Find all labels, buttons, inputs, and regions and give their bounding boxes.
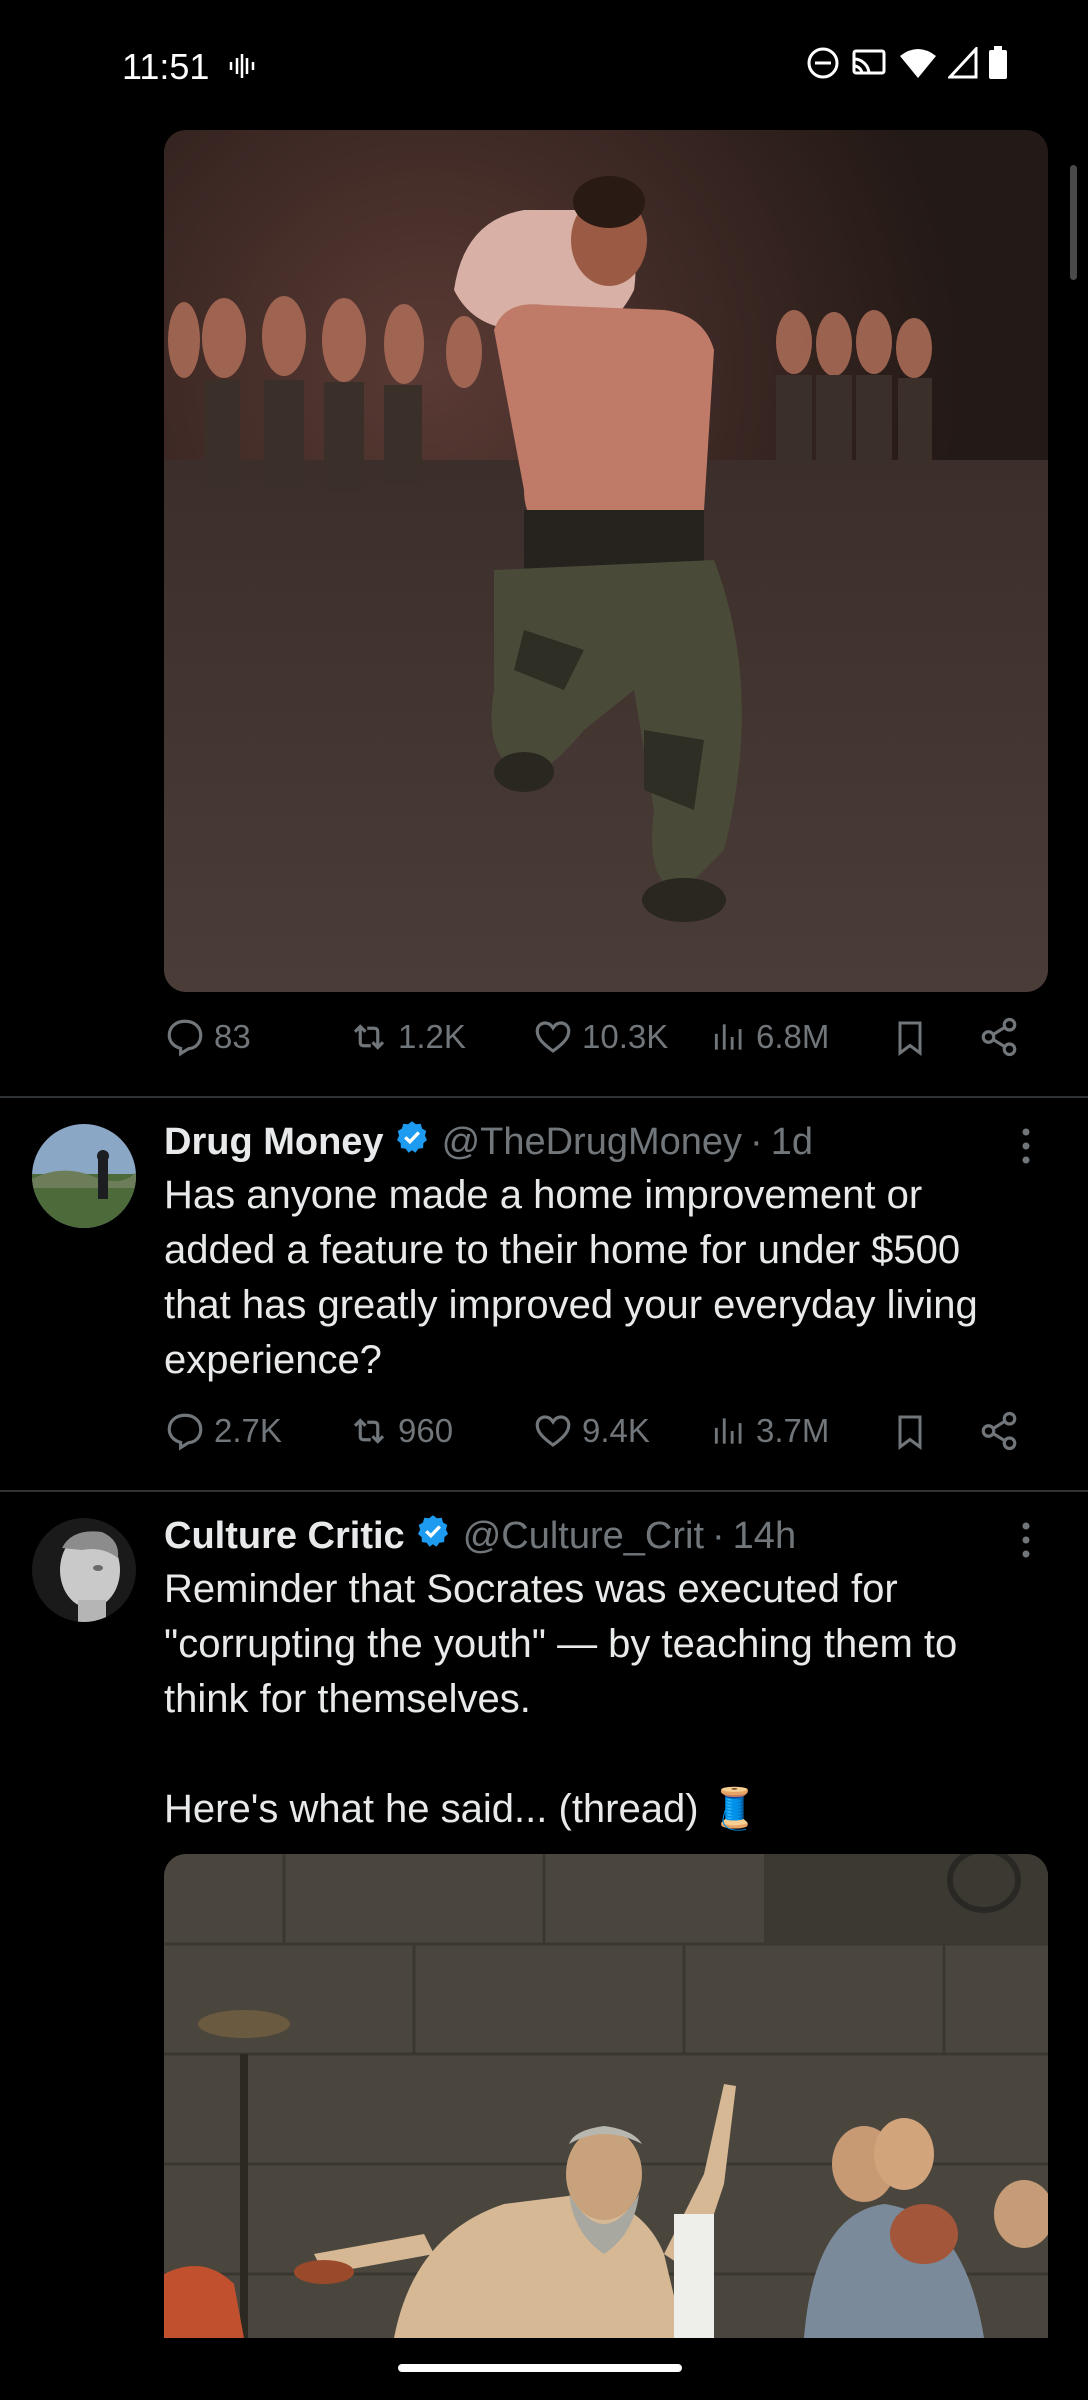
repost-icon — [348, 1410, 390, 1452]
scrollbar[interactable] — [1070, 165, 1077, 280]
reply-count: 83 — [214, 1018, 251, 1055]
status-time: 11:51 — [122, 46, 210, 87]
avatar[interactable] — [32, 1518, 136, 1622]
tweet-actions: 83 1.2K 10.3K 6.8M — [164, 1016, 1044, 1076]
timestamp[interactable]: 1d — [771, 1121, 813, 1164]
tweet-text-line — [164, 1727, 1064, 1782]
wifi-icon — [898, 46, 938, 85]
tweet-text-line: think for themselves. — [164, 1677, 531, 1721]
bookmark-icon — [890, 1410, 930, 1454]
timestamp[interactable]: 14h — [733, 1515, 796, 1558]
display-name[interactable]: Culture Critic — [164, 1515, 405, 1558]
tweet-text-line: Has anyone made a home improvement or — [164, 1173, 923, 1217]
tweet-divider — [0, 1490, 1088, 1492]
views-count: 3.7M — [756, 1412, 830, 1449]
reply-icon — [164, 1410, 206, 1452]
repost-button[interactable]: 1.2K — [348, 1016, 466, 1058]
repost-icon — [348, 1016, 390, 1058]
verified-badge-icon — [415, 1513, 451, 1559]
tweet-text: Reminder that Socrates was executed for … — [164, 1562, 1064, 1837]
share-icon — [978, 1016, 1020, 1058]
reply-button[interactable]: 2.7K — [164, 1410, 282, 1452]
more-icon[interactable] — [1018, 1520, 1034, 1565]
share-icon — [978, 1410, 1020, 1452]
tweet-header: Drug Money @TheDrugMoney · 1d — [164, 1118, 813, 1166]
like-icon — [532, 1410, 574, 1452]
repost-count: 1.2K — [398, 1018, 466, 1055]
tweet-text-line: experience? — [164, 1338, 382, 1382]
verified-badge-icon — [394, 1119, 430, 1165]
tweet-media-photo[interactable] — [164, 1854, 1048, 2338]
battery-icon — [988, 46, 1008, 85]
tweet-text-line: that has greatly improved your everyday … — [164, 1283, 978, 1327]
repost-count: 960 — [398, 1412, 454, 1449]
share-button[interactable] — [978, 1016, 1020, 1058]
bookmark-button[interactable] — [890, 1410, 930, 1454]
share-button[interactable] — [978, 1410, 1020, 1452]
bookmark-icon — [890, 1016, 930, 1060]
display-name[interactable]: Drug Money — [164, 1121, 384, 1164]
tweet-actions: 2.7K 960 9.4K 3.7M — [164, 1410, 1044, 1470]
more-icon[interactable] — [1018, 1126, 1034, 1171]
separator: · — [750, 1120, 763, 1163]
tweet-text-line: Reminder that Socrates was executed for — [164, 1567, 898, 1611]
avatar[interactable] — [32, 1124, 136, 1228]
status-bar: 11:51 — [0, 0, 1088, 130]
home-indicator[interactable] — [398, 2364, 682, 2372]
tweet-text-line: Here's what he said... (thread) 🧵 — [164, 1787, 760, 1831]
do-not-disturb-icon — [806, 46, 840, 85]
reply-icon — [164, 1016, 206, 1058]
tweet-media-photo[interactable] — [164, 130, 1048, 992]
cast-icon — [850, 46, 888, 85]
tweet-text-line: "corrupting the youth" — by teaching the… — [164, 1622, 958, 1666]
separator: · — [712, 1514, 725, 1557]
vibrate-icon — [228, 52, 256, 85]
like-button[interactable]: 9.4K — [532, 1410, 650, 1452]
views-icon — [710, 1410, 748, 1452]
like-button[interactable]: 10.3K — [532, 1016, 668, 1058]
handle[interactable]: @TheDrugMoney — [442, 1121, 742, 1164]
tweet-text: Has anyone made a home improvement or ad… — [164, 1168, 1064, 1388]
like-count: 10.3K — [582, 1018, 669, 1055]
tweet-divider — [0, 1096, 1088, 1098]
tweet-header: Culture Critic @Culture_Crit · 14h — [164, 1512, 796, 1560]
views-button[interactable]: 6.8M — [710, 1016, 829, 1058]
views-count: 6.8M — [756, 1018, 830, 1055]
tweet-text-line: added a feature to their home for under … — [164, 1228, 961, 1272]
views-icon — [710, 1016, 748, 1058]
views-button[interactable]: 3.7M — [710, 1410, 829, 1452]
repost-button[interactable]: 960 — [348, 1410, 453, 1452]
bookmark-button[interactable] — [890, 1016, 930, 1060]
like-icon — [532, 1016, 574, 1058]
reply-count: 2.7K — [214, 1412, 282, 1449]
like-count: 9.4K — [582, 1412, 650, 1449]
reply-button[interactable]: 83 — [164, 1016, 251, 1058]
handle[interactable]: @Culture_Crit — [463, 1515, 704, 1558]
signal-icon — [946, 45, 978, 84]
